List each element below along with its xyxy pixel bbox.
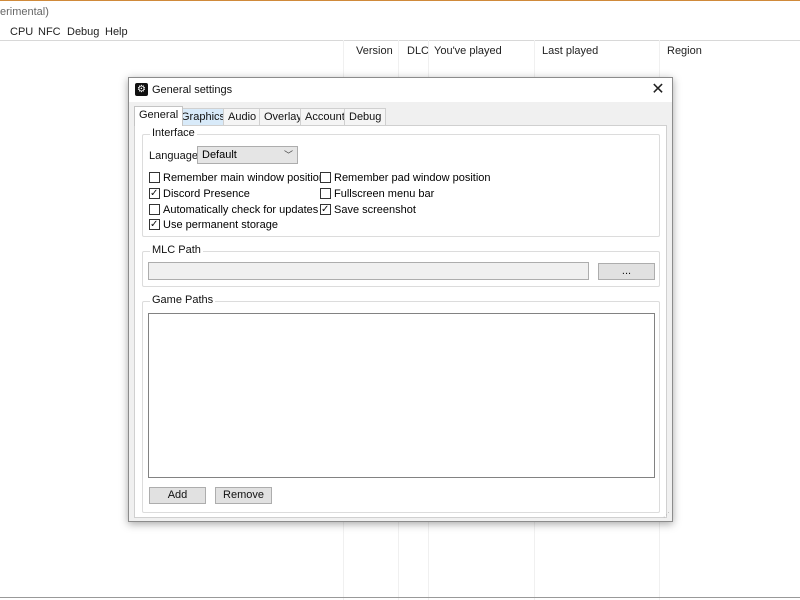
column-last-played[interactable]: Last played <box>542 45 598 57</box>
auto-check-updates-checkbox[interactable]: Automatically check for updates <box>149 204 318 218</box>
menu-help[interactable]: Help <box>105 26 128 38</box>
game-paths-list[interactable] <box>148 313 655 478</box>
checkbox-box <box>149 204 160 215</box>
mlc-path-input[interactable] <box>148 262 589 280</box>
menu-cpu[interactable]: CPU <box>10 26 33 38</box>
checkbox-box <box>320 172 331 183</box>
remember-main-window-position-checkbox[interactable]: Remember main window position <box>149 172 325 186</box>
checkbox-box: ✓ <box>149 188 160 199</box>
tab-graphics[interactable]: Graphics <box>176 108 231 125</box>
checkbox-label: Remember pad window position <box>334 172 491 184</box>
interface-group-label: Interface <box>150 127 197 139</box>
browse-button[interactable]: ... <box>598 263 655 280</box>
language-select[interactable]: Default ﹀ <box>197 146 298 164</box>
column-dlc[interactable]: DLC <box>407 45 429 57</box>
game-paths-group-label: Game Paths <box>150 294 216 306</box>
dialog-titlebar[interactable]: ⚙ General settings ✕ <box>129 78 672 102</box>
main-window-title: erimental) <box>0 6 49 18</box>
checkbox-label: Fullscreen menu bar <box>334 188 435 200</box>
column-you-have-played[interactable]: You've played <box>434 45 502 57</box>
checkmark-icon: ✓ <box>321 204 330 215</box>
tab-debug[interactable]: Debug <box>344 108 387 125</box>
checkmark-icon: ✓ <box>150 219 159 230</box>
save-screenshot-checkbox[interactable]: ✓ Save screenshot <box>320 204 416 218</box>
dialog-title: General settings <box>152 84 233 96</box>
use-permanent-storage-checkbox[interactable]: ✓ Use permanent storage <box>149 219 278 233</box>
checkbox-box: ✓ <box>149 219 160 230</box>
window-bottom-border <box>0 597 800 598</box>
checkbox-label: Discord Presence <box>163 188 250 200</box>
chevron-down-icon: ﹀ <box>283 150 293 160</box>
add-path-button[interactable]: Add <box>149 487 206 504</box>
interface-group: Interface Language Default ﹀ Remember ma… <box>142 127 660 237</box>
resize-grip-icon[interactable]: ⋰ <box>663 512 671 520</box>
checkbox-label: Use permanent storage <box>163 219 278 231</box>
close-icon[interactable]: ✕ <box>648 80 668 100</box>
settings-gear-icon: ⚙ <box>135 83 148 96</box>
general-settings-dialog: ⚙ General settings ✕ General Graphics Au… <box>128 77 673 522</box>
column-version[interactable]: Version <box>356 45 393 57</box>
discord-presence-checkbox[interactable]: ✓ Discord Presence <box>149 188 250 202</box>
tab-general[interactable]: General <box>134 106 184 126</box>
checkbox-box: ✓ <box>320 204 331 215</box>
checkbox-box <box>149 172 160 183</box>
general-tab-panel: Interface Language Default ﹀ Remember ma… <box>134 125 667 518</box>
remove-path-button[interactable]: Remove <box>215 487 272 504</box>
menu-nfc[interactable]: NFC <box>38 26 61 38</box>
tab-audio[interactable]: Audio <box>223 108 262 125</box>
game-paths-group: Game Paths Add Remove <box>142 294 660 513</box>
checkbox-label: Save screenshot <box>334 204 416 216</box>
tab-account[interactable]: Account <box>300 108 350 125</box>
menubar: CPU NFC Debug Help <box>0 22 800 41</box>
mlc-path-group-label: MLC Path <box>150 244 203 256</box>
main-titlebar: erimental) <box>0 0 800 22</box>
game-list-header: Version DLC You've played Last played Re… <box>0 40 800 62</box>
checkbox-label: Remember main window position <box>163 172 326 184</box>
fullscreen-menu-bar-checkbox[interactable]: Fullscreen menu bar <box>320 188 434 202</box>
menu-debug[interactable]: Debug <box>67 26 99 38</box>
mlc-path-group: MLC Path ... <box>142 244 660 287</box>
language-select-value: Default <box>202 149 237 161</box>
checkbox-label: Automatically check for updates <box>163 204 319 216</box>
remember-pad-window-position-checkbox[interactable]: Remember pad window position <box>320 172 491 186</box>
checkbox-box <box>320 188 331 199</box>
language-label: Language <box>149 150 198 162</box>
checkmark-icon: ✓ <box>150 188 159 199</box>
column-region[interactable]: Region <box>667 45 702 57</box>
